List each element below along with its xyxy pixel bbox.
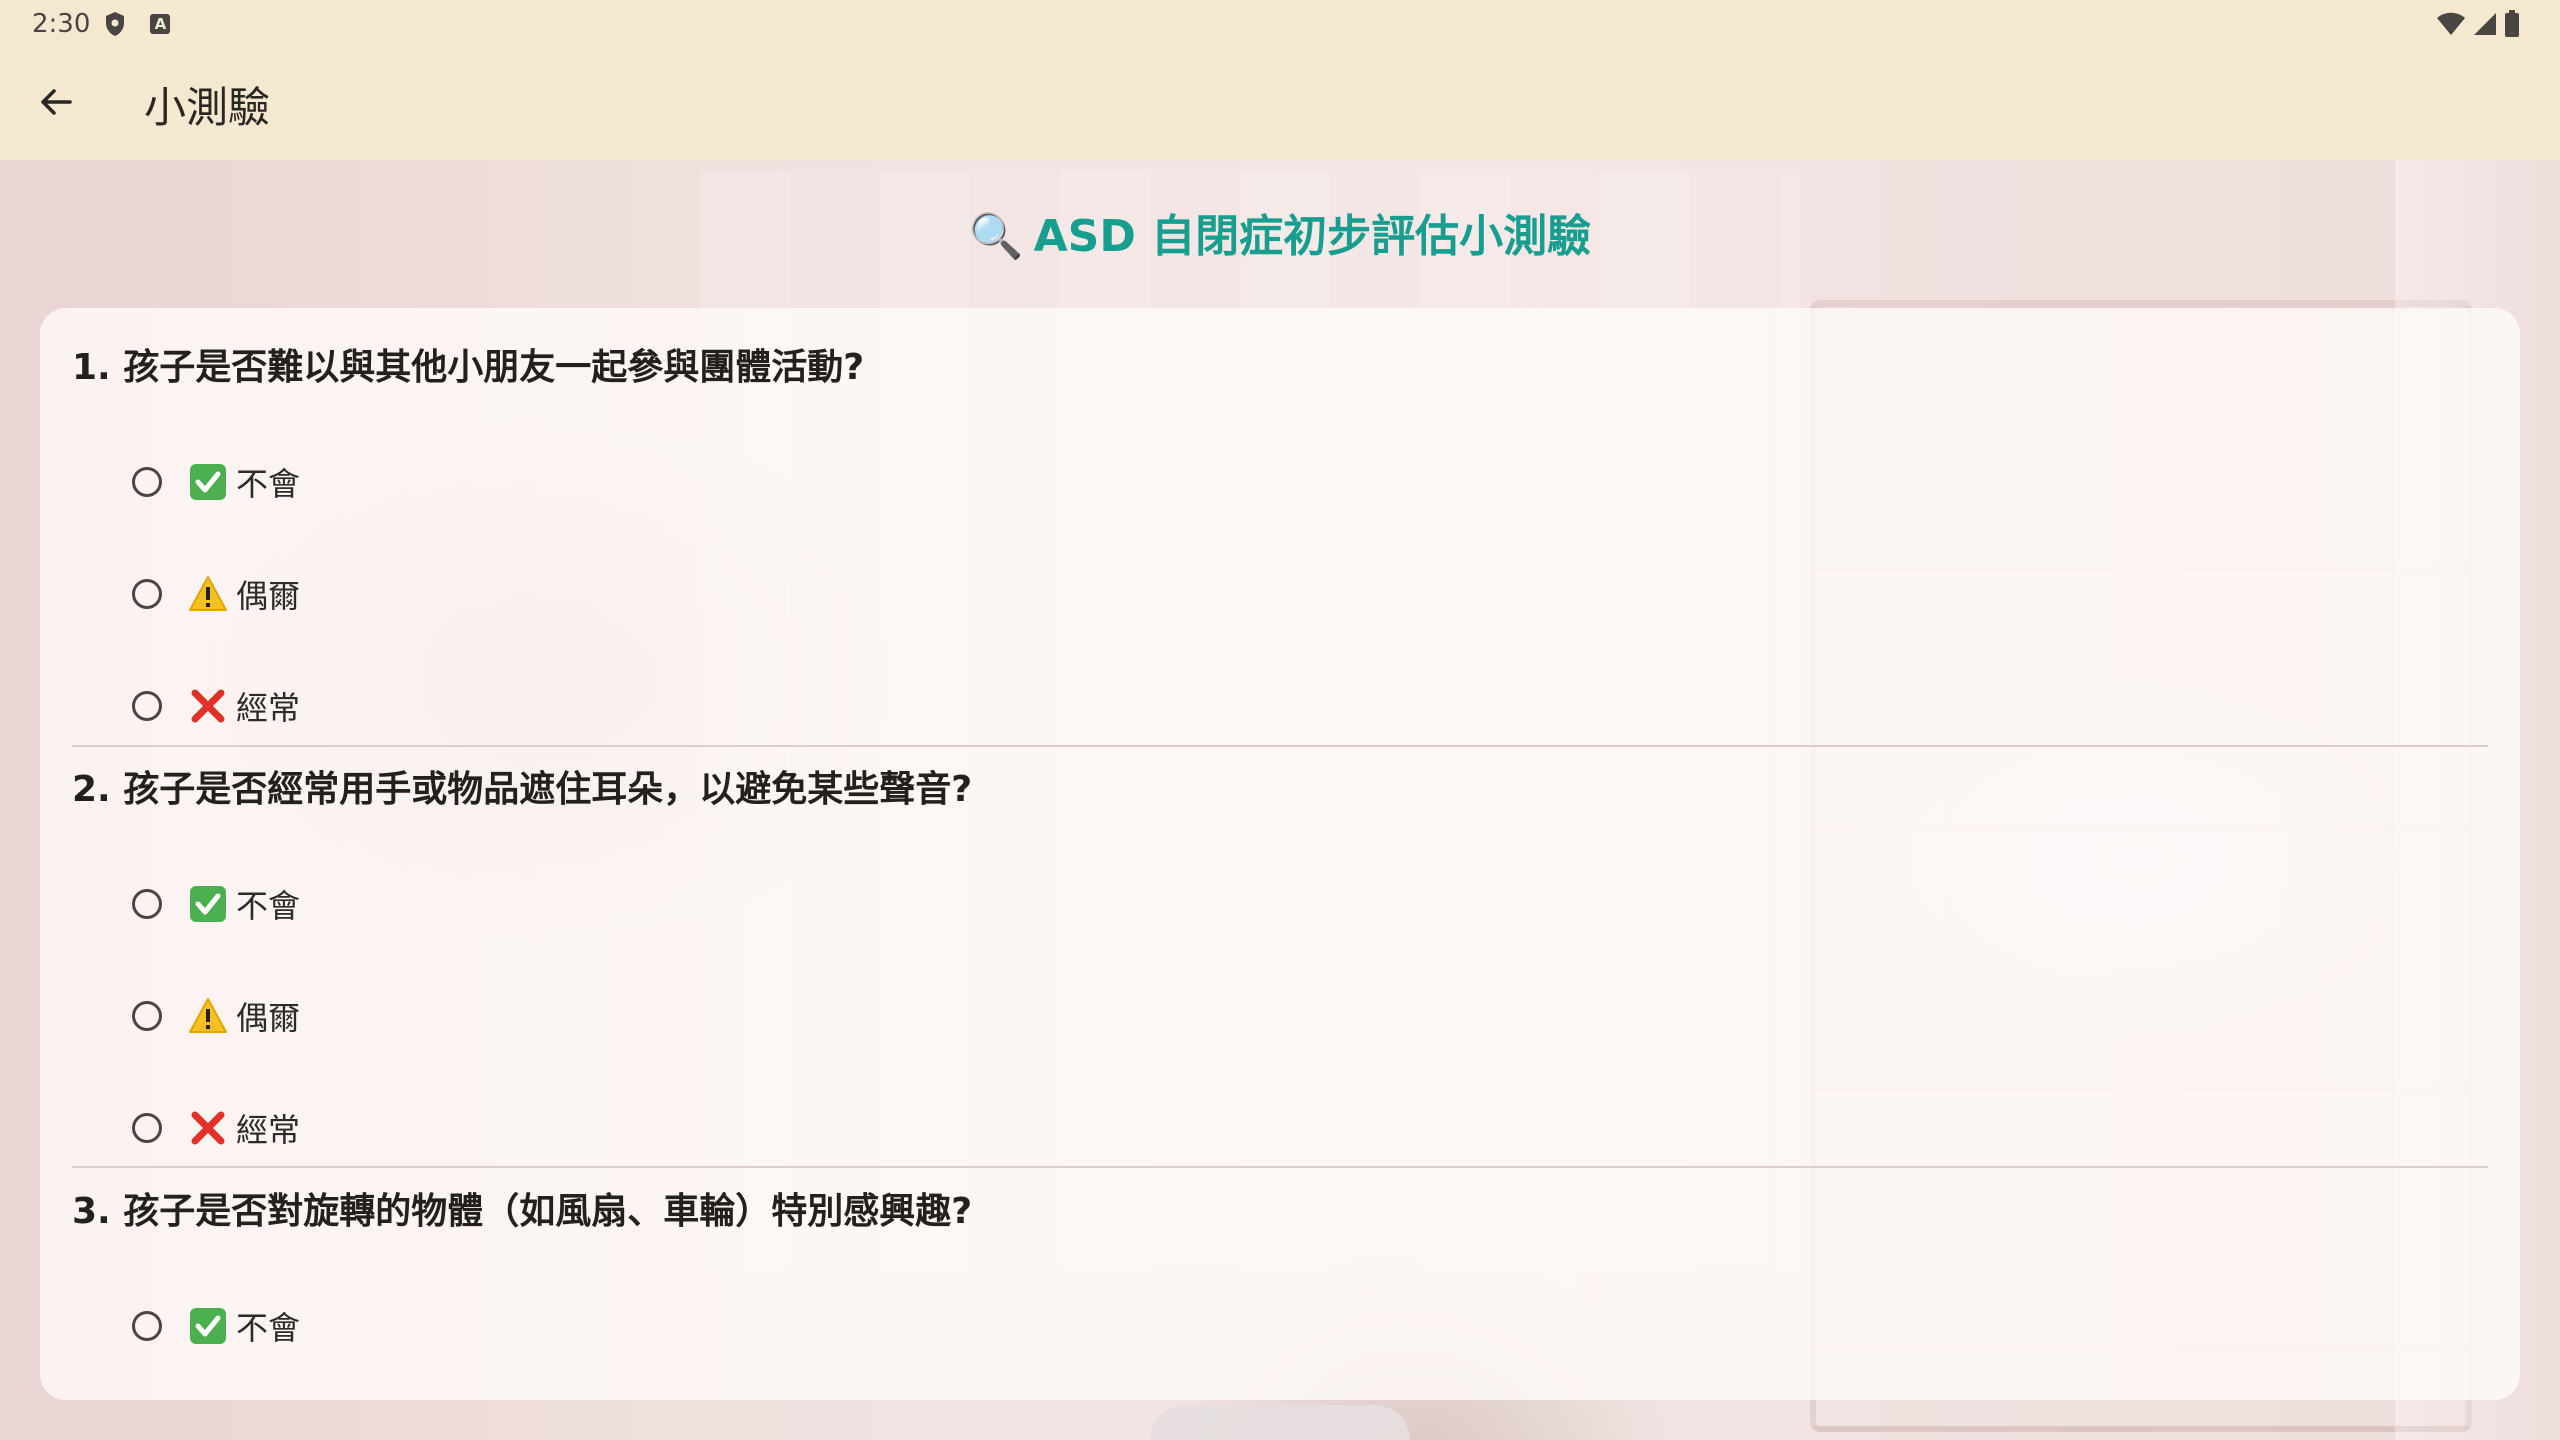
radio-button[interactable] — [132, 889, 162, 919]
radio-button[interactable] — [132, 691, 162, 721]
cross-icon — [188, 1108, 228, 1148]
status-icons — [2436, 10, 2520, 45]
back-button[interactable] — [24, 72, 88, 136]
question-1: 1. 孩子是否難以與其他小朋友一起參與團體活動? — [72, 340, 2488, 396]
arrow-back-icon — [36, 82, 76, 126]
quiz-heading: 🔍 ASD 自閉症初步評估小測驗 — [0, 200, 2560, 264]
check-icon — [188, 462, 228, 502]
quiz-card: 1. 孩子是否難以與其他小朋友一起參與團體活動? 不會 偶爾 經常 2. 孩子是… — [40, 308, 2520, 1400]
option-label: 偶爾 — [236, 577, 301, 615]
radio-button[interactable] — [132, 579, 162, 609]
check-icon — [188, 1306, 228, 1346]
submit-button[interactable] — [1150, 1405, 1410, 1440]
option-label: 不會 — [236, 1309, 301, 1347]
option-q1-often[interactable]: 經常 — [40, 674, 440, 738]
notification-a-icon: A — [150, 14, 171, 34]
page-title: 小測驗 — [144, 82, 271, 132]
option-label: 不會 — [236, 465, 301, 503]
question-text: 3. 孩子是否對旋轉的物體（如風扇、車輪）特別感興趣? — [72, 1191, 973, 1232]
cross-icon — [188, 686, 228, 726]
status-bar: 2:30 A — [0, 0, 2560, 48]
option-label: 偶爾 — [236, 999, 301, 1037]
wifi-icon — [2436, 11, 2466, 44]
divider — [72, 1166, 2488, 1168]
warning-icon — [188, 574, 228, 614]
battery-icon — [2504, 10, 2520, 45]
option-q1-sometimes[interactable]: 偶爾 — [40, 562, 440, 626]
option-label: 經常 — [236, 1111, 301, 1149]
radio-button[interactable] — [132, 467, 162, 497]
magnifier-icon: 🔍 — [968, 211, 1024, 262]
option-label: 不會 — [236, 887, 301, 925]
warning-icon — [188, 996, 228, 1036]
screen: 2:30 A 小測驗 🔍 ASD 自閉症初步評估小測驗 1. 孩子是否難以與其他… — [0, 0, 2560, 1440]
question-text: 2. 孩子是否經常用手或物品遮住耳朵，以避免某些聲音? — [72, 769, 973, 810]
question-2: 2. 孩子是否經常用手或物品遮住耳朵，以避免某些聲音? — [72, 762, 2488, 818]
option-q2-often[interactable]: 經常 — [40, 1096, 440, 1160]
radio-button[interactable] — [132, 1311, 162, 1341]
option-q2-never[interactable]: 不會 — [40, 872, 440, 936]
radio-button[interactable] — [132, 1001, 162, 1031]
divider — [72, 745, 2488, 747]
status-time: 2:30 — [32, 9, 91, 39]
question-3: 3. 孩子是否對旋轉的物體（如風扇、車輪）特別感興趣? — [72, 1184, 2488, 1240]
option-q1-never[interactable]: 不會 — [40, 450, 440, 514]
question-text: 1. 孩子是否難以與其他小朋友一起參與團體活動? — [72, 347, 865, 388]
radio-button[interactable] — [132, 1113, 162, 1143]
app-bar: 小測驗 — [0, 48, 2560, 160]
option-q3-never[interactable]: 不會 — [40, 1294, 440, 1358]
signal-icon — [2472, 11, 2498, 44]
option-label: 經常 — [236, 689, 301, 727]
shield-icon — [104, 11, 126, 37]
quiz-heading-text: ASD 自閉症初步評估小測驗 — [1033, 211, 1592, 262]
check-icon — [188, 884, 228, 924]
option-q2-sometimes[interactable]: 偶爾 — [40, 984, 440, 1048]
